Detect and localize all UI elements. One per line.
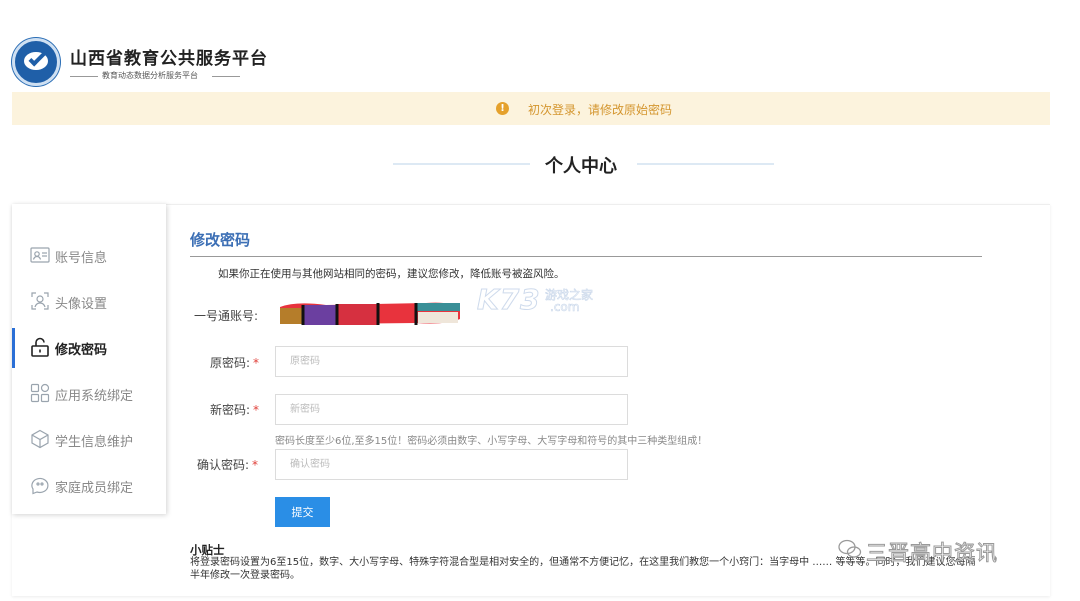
sidebar-item-change-password[interactable]: 修改密码	[12, 328, 166, 368]
site-title: 山西省教育公共服务平台	[70, 49, 268, 69]
avatar-icon	[29, 290, 51, 312]
unlock-icon	[29, 336, 51, 358]
k73-watermark: K73	[477, 283, 541, 317]
required-mark: *	[253, 356, 260, 370]
sidebar-item-label: 应用系统绑定	[55, 389, 134, 404]
site-subtitle-wrap: 教育动态数据分析服务平台	[70, 70, 240, 82]
sidebar: 账号信息 头像设置 修改密码 应用系统绑定 学生信息维护 家庭成员绑定	[12, 204, 166, 514]
sidebar-item-app-binding[interactable]: 应用系统绑定	[12, 374, 166, 414]
title-divider-right	[637, 163, 774, 165]
page-title: 个人中心	[545, 156, 617, 177]
form-title: 修改密码	[190, 231, 251, 249]
sidebar-item-label: 头像设置	[55, 297, 108, 312]
site-header: 山西省教育公共服务平台 教育动态数据分析服务平台	[0, 0, 1080, 92]
security-hint: 如果你正在使用与其他网站相同的密码，建议您修改，降低账号被盗风险。	[218, 268, 565, 280]
sidebar-item-label: 修改密码	[55, 343, 108, 358]
old-password-label: 原密码: *	[210, 354, 259, 371]
k73-watermark-com: .com	[550, 300, 580, 315]
site-subtitle: 教育动态数据分析服务平台	[102, 71, 198, 80]
notice-text: 初次登录，请修改原始密码	[528, 103, 673, 117]
old-password-input[interactable]	[275, 346, 628, 377]
submit-button[interactable]: 提交	[275, 497, 330, 527]
confirm-password-label: 确认密码: *	[197, 456, 258, 473]
warning-icon: !	[496, 102, 509, 115]
wechat-watermark: 三晋高中资讯	[866, 541, 998, 566]
platform-logo[interactable]	[12, 38, 60, 86]
sidebar-item-student-info[interactable]: 学生信息维护	[12, 420, 166, 460]
sidebar-item-avatar-settings[interactable]: 头像设置	[12, 282, 166, 322]
id-card-icon	[29, 244, 51, 266]
required-mark: *	[253, 403, 260, 417]
old-password-label-text: 原密码:	[210, 356, 251, 370]
tips-text: 将登录密码设置为6至15位，数字、大小写字母、特殊字符混合型是相对安全的，但通常…	[190, 557, 976, 581]
cube-icon	[29, 428, 51, 450]
required-mark: *	[252, 458, 259, 472]
sidebar-item-family-binding[interactable]: 家庭成员绑定	[12, 466, 166, 506]
confirm-password-input[interactable]	[275, 449, 628, 480]
first-login-notice: ! 初次登录，请修改原始密码	[12, 92, 1050, 125]
sidebar-item-account-info[interactable]: 账号信息	[12, 236, 166, 276]
new-password-input[interactable]	[275, 394, 628, 425]
new-password-label: 新密码: *	[210, 401, 259, 418]
apps-icon	[29, 382, 51, 404]
redacted-account-scribble	[280, 302, 460, 325]
password-rule-hint: 密码长度至少6位,至多15位！密码必须由数字、小写字母、大写字母和符号的其中三种…	[275, 436, 708, 447]
sidebar-item-label: 学生信息维护	[55, 435, 134, 450]
confirm-password-label-text: 确认密码:	[197, 458, 250, 472]
form-divider	[190, 256, 982, 257]
chat-users-icon	[29, 474, 51, 496]
wechat-icon	[838, 539, 862, 558]
sidebar-item-label: 账号信息	[55, 251, 108, 266]
title-divider-left	[393, 163, 530, 165]
sidebar-item-label: 家庭成员绑定	[55, 481, 134, 496]
new-password-label-text: 新密码:	[210, 403, 251, 417]
account-label: 一号通账号:	[194, 309, 259, 323]
